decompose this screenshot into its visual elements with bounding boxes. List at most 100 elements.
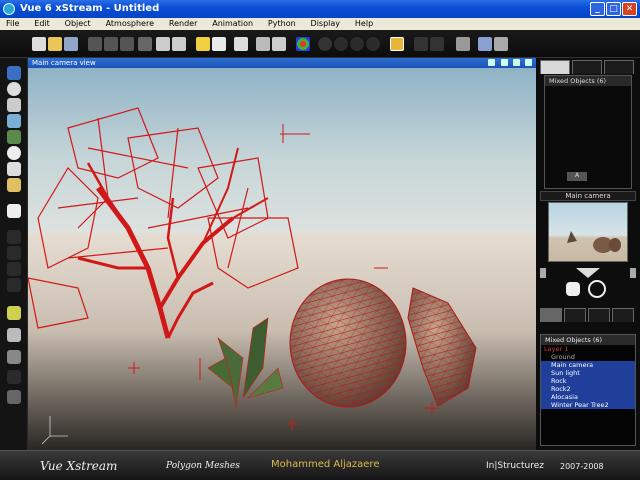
sphere-icon[interactable]: [7, 82, 21, 96]
plant-icon[interactable]: [7, 130, 21, 144]
atmosphere-editor-icon[interactable]: [196, 37, 210, 51]
menu-help[interactable]: Help: [349, 18, 379, 30]
cut-icon[interactable]: [88, 37, 102, 51]
object-properties-box: Mixed Objects (6) A: [544, 75, 632, 189]
caption-bar: Vue Xstream Polygon Meshes Mohammed Alja…: [0, 450, 640, 480]
hide-icon[interactable]: [7, 390, 21, 404]
close-button[interactable]: ✕: [622, 2, 637, 16]
tab-cameras[interactable]: [612, 308, 634, 322]
next-camera-icon[interactable]: [630, 268, 636, 278]
tab-objects[interactable]: [572, 60, 602, 74]
orbit-icon[interactable]: [588, 280, 606, 298]
window-title: Vue 6 xStream - Untitled: [20, 3, 160, 14]
layer-row[interactable]: Layer 1: [541, 345, 635, 353]
object-tools-column: [0, 58, 28, 450]
rock-mesh: [289, 278, 407, 408]
scene-render: [28, 68, 536, 450]
paint-icon[interactable]: [7, 178, 21, 192]
menu-edit[interactable]: Edit: [28, 18, 56, 30]
monitor-icon[interactable]: [478, 37, 492, 51]
align-icon[interactable]: [7, 350, 21, 364]
options-icon[interactable]: [494, 37, 508, 51]
menu-object[interactable]: Object: [59, 18, 97, 30]
main-toolbar: [0, 30, 640, 58]
import-object-icon[interactable]: [7, 204, 21, 218]
paste-icon[interactable]: [120, 37, 134, 51]
copy-icon[interactable]: [104, 37, 118, 51]
cloud-icon[interactable]: [212, 37, 226, 51]
viewport-render-icon[interactable]: [512, 59, 520, 66]
render-sphere-icon[interactable]: [318, 37, 332, 51]
redo-icon[interactable]: [172, 37, 186, 51]
layer-item-ground[interactable]: Ground: [541, 353, 635, 361]
wand-icon[interactable]: [234, 37, 248, 51]
water-icon[interactable]: [7, 114, 21, 128]
caption-years: 2007-2008: [560, 462, 604, 471]
pan-hand-icon[interactable]: [566, 282, 580, 296]
layer-item-main-camera[interactable]: Main camera: [541, 361, 635, 369]
objects-header: Mixed Objects (6): [545, 76, 631, 86]
menu-python[interactable]: Python: [262, 18, 302, 30]
tab-layers[interactable]: [540, 308, 562, 322]
viewport-camera-icon[interactable]: [500, 59, 508, 66]
menu-display[interactable]: Display: [305, 18, 347, 30]
rotate-tool-icon[interactable]: [7, 328, 21, 342]
minimize-button[interactable]: _: [590, 2, 605, 16]
tab-world-browser[interactable]: [540, 60, 570, 74]
caption-author: Mohammed Aljazaere: [271, 459, 380, 470]
camera-preview: [548, 202, 628, 262]
drop-object-icon[interactable]: [7, 370, 21, 384]
layer-item-winter-pear-tree2[interactable]: Winter Pear Tree2: [541, 401, 635, 409]
ungroup-icon[interactable]: [7, 278, 21, 292]
menu-file[interactable]: File: [0, 18, 25, 30]
layout-grid-icon[interactable]: [390, 37, 404, 51]
menu-bar: File Edit Object Atmosphere Render Anima…: [0, 18, 640, 30]
light-icon[interactable]: [7, 146, 21, 160]
viewport-maximize-icon[interactable]: [525, 59, 532, 66]
cloud-layer-icon[interactable]: [7, 162, 21, 176]
text-icon[interactable]: [7, 98, 21, 112]
prev-camera-icon[interactable]: [540, 268, 546, 278]
tab-materials[interactable]: [604, 60, 634, 74]
sun-icon[interactable]: [7, 306, 21, 320]
camera-tilt-icon[interactable]: [576, 268, 600, 278]
view-quad-icon[interactable]: [430, 37, 444, 51]
delete-icon[interactable]: [138, 37, 152, 51]
camera-panel-title: Main camera: [540, 191, 636, 201]
panel-tabs: [540, 60, 636, 74]
main-camera-viewport[interactable]: Main camera view: [28, 58, 536, 450]
layers-header: Mixed Objects (6): [541, 335, 635, 345]
metablob-icon[interactable]: [7, 246, 21, 260]
camera-icon[interactable]: [456, 37, 470, 51]
render-options-icon[interactable]: [366, 37, 380, 51]
new-file-icon[interactable]: [32, 37, 46, 51]
caption-brand: In|Structurez: [486, 461, 544, 471]
menu-render[interactable]: Render: [163, 18, 203, 30]
group-icon[interactable]: [7, 262, 21, 276]
tools-icon[interactable]: [256, 37, 270, 51]
material-icon[interactable]: [296, 37, 310, 51]
menu-atmosphere[interactable]: Atmosphere: [100, 18, 160, 30]
layer-item-sun-light[interactable]: Sun light: [541, 369, 635, 377]
tab-materials-list[interactable]: [588, 308, 610, 322]
window-title-bar[interactable]: Vue 6 xStream - Untitled _ □ ✕: [0, 0, 640, 18]
tab-links[interactable]: [564, 308, 586, 322]
render-area-icon[interactable]: [334, 37, 348, 51]
layer-item-alocasia[interactable]: Alocasia: [541, 393, 635, 401]
view-single-icon[interactable]: [414, 37, 428, 51]
render-final-icon[interactable]: [350, 37, 364, 51]
viewport-header: Main camera view: [28, 58, 536, 68]
viewport-title: Main camera view: [32, 59, 96, 67]
maximize-button[interactable]: □: [606, 2, 621, 16]
eyedropper-icon[interactable]: [272, 37, 286, 51]
layer-item-rock2[interactable]: Rock2: [541, 385, 635, 393]
viewport-lock-icon[interactable]: [488, 59, 496, 66]
menu-animation[interactable]: Animation: [206, 18, 259, 30]
boolean-icon[interactable]: [7, 230, 21, 244]
undo-icon[interactable]: [156, 37, 170, 51]
open-file-icon[interactable]: [48, 37, 62, 51]
layer-item-rock[interactable]: Rock: [541, 377, 635, 385]
terrain-icon[interactable]: [7, 66, 21, 80]
save-icon[interactable]: [64, 37, 78, 51]
ab-toggle[interactable]: A: [567, 172, 587, 181]
